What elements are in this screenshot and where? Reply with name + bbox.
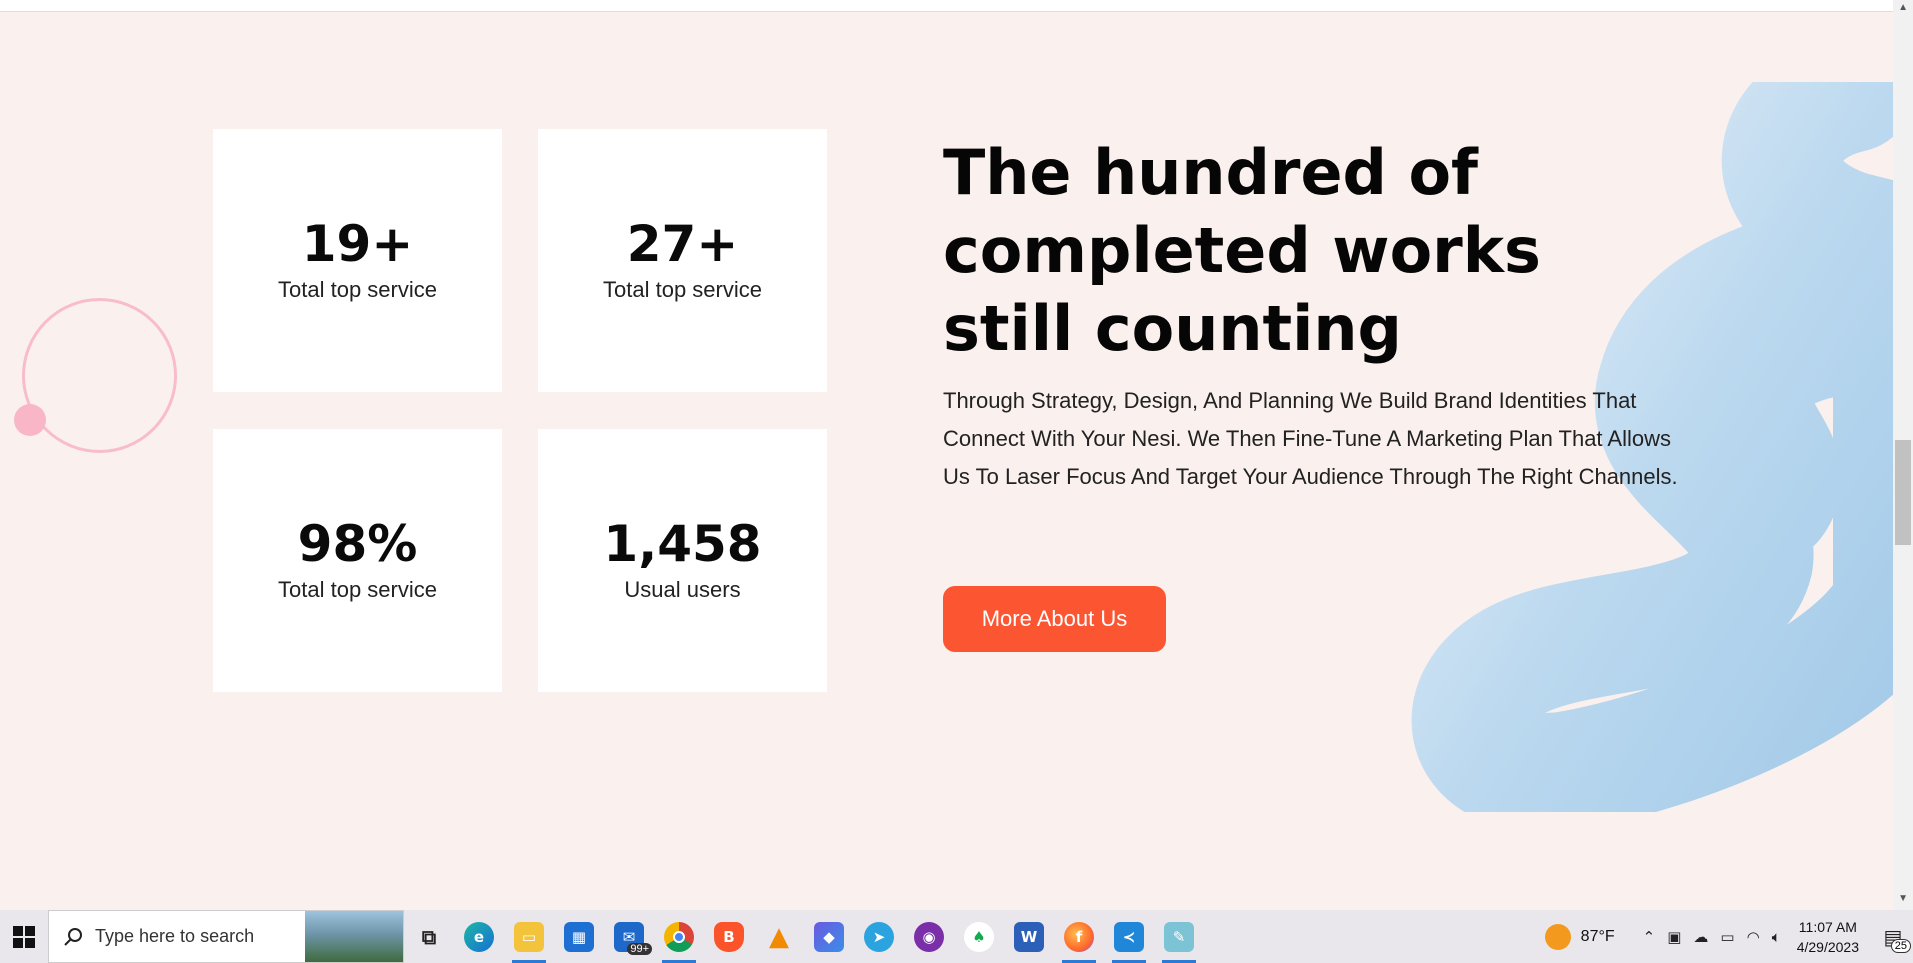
browser-top-edge	[0, 0, 1893, 12]
stat-card: 1,458 Usual users	[538, 429, 827, 692]
windows-taskbar: Type here to search ⧉ e ▭ ▦ ✉ 99+ B ▲ ◆ ➤…	[0, 910, 1913, 963]
start-button[interactable]	[0, 910, 48, 963]
scroll-down-arrow-icon[interactable]: ▼	[1898, 893, 1908, 904]
mail-icon[interactable]: ✉ 99+	[604, 910, 654, 963]
mail-badge: 99+	[627, 943, 652, 955]
onedrive-icon[interactable]: ☁	[1693, 928, 1708, 946]
more-about-us-button[interactable]: More About Us	[943, 586, 1166, 652]
task-view-icon[interactable]: ⧉	[404, 910, 454, 963]
search-icon	[64, 927, 82, 946]
stat-label: Total top service	[278, 276, 437, 302]
stat-card: 98% Total top service	[213, 429, 502, 692]
windows-logo-icon	[13, 925, 35, 948]
clock-date: 4/29/2023	[1796, 938, 1859, 955]
stat-value: 1,458	[603, 515, 762, 574]
search-placeholder: Type here to search	[95, 926, 255, 946]
stat-value: 19+	[301, 215, 414, 274]
edge-icon[interactable]: e	[454, 910, 504, 963]
stat-value: 27+	[626, 215, 739, 274]
weather-widget[interactable]: 87°F	[1544, 923, 1615, 950]
stat-card: 27+ Total top service	[538, 129, 827, 392]
notification-center-icon[interactable]: ▤ 25	[1873, 910, 1913, 963]
copilot-icon[interactable]: ◆	[804, 910, 854, 963]
file-explorer-icon[interactable]: ▭	[504, 910, 554, 963]
github-desktop-icon[interactable]: ◉	[904, 910, 954, 963]
stat-value: 98%	[297, 515, 418, 574]
decorative-dot	[14, 404, 46, 436]
chrome-icon[interactable]	[654, 910, 704, 963]
section-description: Through Strategy, Design, And Planning W…	[943, 388, 1678, 489]
volume-icon[interactable]: 🔈︎	[1772, 928, 1781, 946]
stat-label: Total top service	[603, 276, 762, 302]
vscode-icon[interactable]: ≺	[1104, 910, 1154, 963]
brave-icon[interactable]: B	[704, 910, 754, 963]
search-highlight-image	[305, 911, 403, 962]
system-tray: 87°F ⌃ ▣ ☁ ▭ ◠ 🔈︎ 11:07 AM 4/29/2023 ▤ 2…	[1544, 910, 1913, 963]
stat-label: Total top service	[278, 576, 437, 602]
telegram-icon[interactable]: ➤	[854, 910, 904, 963]
battery-icon[interactable]: ▭	[1720, 928, 1734, 946]
clock[interactable]: 11:07 AM 4/29/2023	[1797, 917, 1859, 957]
temperature: 87°F	[1580, 927, 1615, 945]
notification-count: 25	[1890, 939, 1911, 953]
section-headline: The hundred of completed works still cou…	[943, 136, 1541, 365]
microsoft-store-icon[interactable]: ▦	[554, 910, 604, 963]
chevron-up-icon[interactable]: ⌃	[1643, 928, 1656, 946]
page-scrollbar[interactable]: ▲ ▼	[1893, 0, 1913, 910]
notepad-icon[interactable]: ✎	[1154, 910, 1204, 963]
meet-now-icon[interactable]: ▣	[1667, 928, 1681, 946]
stat-card: 19+ Total top service	[213, 129, 502, 392]
firefox-icon[interactable]: f	[1054, 910, 1104, 963]
clock-time: 11:07 AM	[1798, 918, 1857, 935]
decorative-ring	[22, 298, 177, 453]
word-icon[interactable]: W	[1004, 910, 1054, 963]
scroll-up-arrow-icon[interactable]: ▲	[1898, 2, 1908, 13]
sun-icon	[1544, 923, 1571, 950]
taskbar-search[interactable]: Type here to search	[48, 910, 404, 963]
stats-section: 19+ Total top service 27+ Total top serv…	[0, 12, 1893, 910]
vlc-icon[interactable]: ▲	[754, 910, 804, 963]
mongodb-compass-icon[interactable]: ♠	[954, 910, 1004, 963]
stat-label: Usual users	[624, 576, 741, 602]
scroll-thumb[interactable]	[1895, 440, 1911, 545]
wifi-icon[interactable]: ◠	[1747, 928, 1760, 946]
